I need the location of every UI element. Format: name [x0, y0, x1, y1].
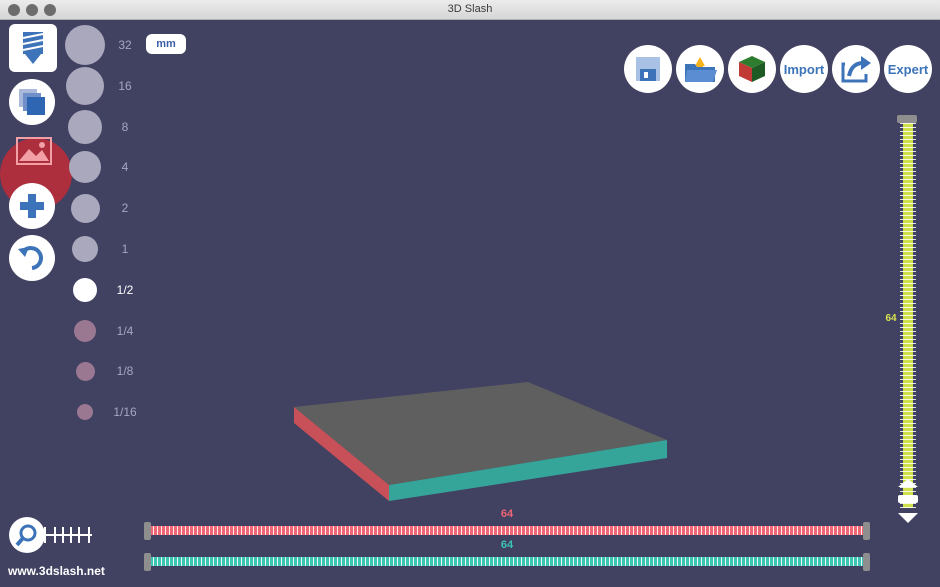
window-titlebar: 3D Slash	[0, 0, 940, 20]
chisel-tool-button[interactable]	[9, 24, 57, 72]
size-option-dot[interactable]	[70, 193, 100, 223]
window-title: 3D Slash	[447, 3, 493, 15]
teal-slider-ticks	[150, 557, 864, 566]
workspace[interactable]: mm 32 16 8 4 2 1 1/2 1/4 1/8 1/16 Import	[0, 20, 940, 587]
size-option-dot[interactable]	[68, 109, 102, 144]
open-folder-icon	[685, 57, 717, 82]
size-option-dot[interactable]	[74, 319, 96, 342]
unit-toggle-button[interactable]: mm	[146, 34, 186, 54]
layers-icon	[19, 89, 45, 115]
teal-slider[interactable]	[144, 553, 870, 571]
size-option-label: 4	[121, 160, 129, 175]
size-option-dot[interactable]	[66, 66, 104, 105]
save-button[interactable]	[624, 45, 672, 93]
image-icon	[16, 137, 52, 165]
vertical-slider-top-handle[interactable]	[897, 115, 917, 123]
cube-icon	[739, 56, 765, 82]
box-tool-button[interactable]	[9, 79, 55, 125]
red-slider-value: 64	[500, 508, 514, 520]
vertical-slider-value: 64	[885, 313, 897, 324]
image-tool-button[interactable]	[13, 130, 55, 172]
magnifier-icon	[15, 524, 37, 547]
website-link[interactable]: www.3dslash.net	[8, 564, 105, 578]
teal-slider-left-handle[interactable]	[144, 553, 151, 571]
zoom-button[interactable]	[9, 517, 45, 553]
red-slider-right-handle[interactable]	[863, 522, 870, 540]
3d-block[interactable]	[0, 20, 940, 587]
size-option-dot[interactable]	[75, 361, 95, 381]
vertical-slider-ticks	[900, 120, 916, 508]
color-cube-button[interactable]	[728, 45, 776, 93]
add-tool-button[interactable]	[9, 183, 55, 229]
size-option-label: 1/2	[116, 282, 134, 297]
share-button[interactable]	[832, 45, 880, 93]
vertical-slider-arrows[interactable]	[895, 477, 921, 527]
chisel-icon	[22, 32, 44, 64]
size-option-label: 1	[121, 242, 129, 256]
red-slider[interactable]	[144, 522, 870, 540]
plus-icon	[20, 194, 44, 218]
size-option-label: 32	[118, 38, 132, 52]
red-slider-left-handle[interactable]	[144, 522, 151, 540]
zoom-slider[interactable]	[44, 527, 92, 543]
expert-button[interactable]: Expert	[884, 45, 932, 93]
undo-button[interactable]	[9, 235, 55, 281]
size-option-label: 8	[121, 119, 129, 134]
save-icon	[636, 57, 660, 81]
teal-slider-value: 64	[500, 539, 514, 551]
import-button[interactable]: Import	[780, 45, 828, 93]
size-option-label: 1/16	[113, 405, 137, 420]
size-option-label: 16	[118, 78, 132, 93]
red-slider-ticks	[150, 526, 864, 535]
size-option-dot[interactable]	[65, 25, 105, 65]
size-option-dot[interactable]	[72, 236, 98, 262]
size-option-label: 1/8	[116, 364, 134, 379]
share-icon	[841, 56, 871, 83]
size-option-dot[interactable]	[73, 277, 97, 302]
teal-slider-right-handle[interactable]	[863, 553, 870, 571]
undo-icon	[18, 246, 43, 270]
size-option-label: 1/4	[116, 323, 134, 338]
open-button[interactable]	[676, 45, 724, 93]
size-option-label: 2	[121, 201, 129, 216]
